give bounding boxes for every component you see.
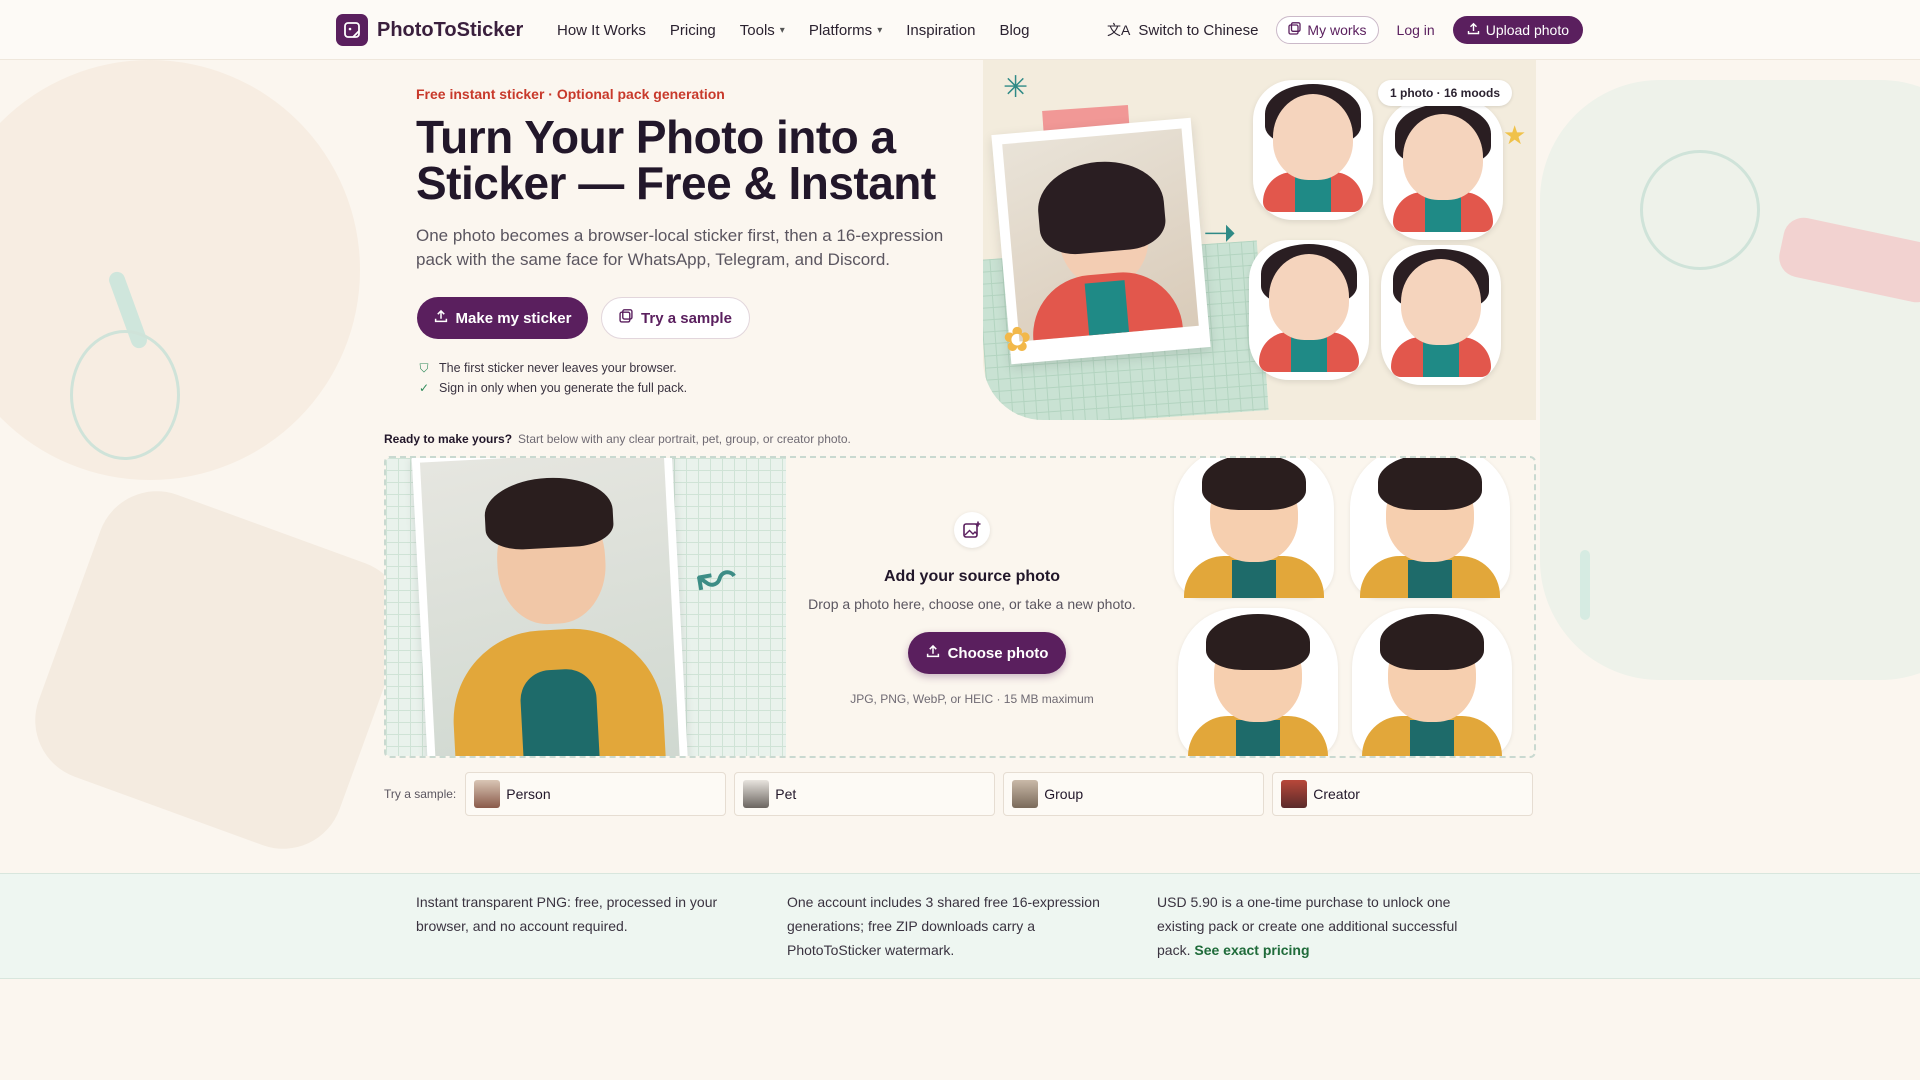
nav-platforms[interactable]: Platforms ▾ bbox=[809, 22, 882, 39]
sticker-previews bbox=[1249, 80, 1523, 400]
header-actions: 文A Switch to Chinese My works Log in Upl… bbox=[1107, 0, 1583, 60]
star-icon: ★ bbox=[1503, 120, 1527, 150]
chevron-down-icon: ▾ bbox=[877, 24, 883, 36]
sticker-preview bbox=[1352, 608, 1512, 756]
group-thumbnail bbox=[1012, 780, 1039, 808]
gallery-icon bbox=[1288, 22, 1302, 38]
moods-badge: 1 photo · 16 moods bbox=[1378, 80, 1513, 106]
gallery-icon bbox=[619, 309, 633, 327]
person-thumbnail bbox=[474, 780, 501, 808]
nav-blog[interactable]: Blog bbox=[999, 22, 1029, 39]
creator-thumbnail bbox=[1281, 780, 1308, 808]
dropzone-center: Add your source photo Drop a photo here,… bbox=[786, 458, 1158, 756]
translate-icon: 文A bbox=[1107, 22, 1131, 38]
sample-person-button[interactable]: Person bbox=[465, 772, 727, 816]
hero-eyebrow: Free instant sticker · Optional pack gen… bbox=[416, 86, 725, 102]
pet-thumbnail bbox=[743, 780, 770, 808]
see-exact-pricing-link[interactable]: See exact pricing bbox=[1194, 942, 1309, 958]
arrow-icon: ➝ bbox=[1203, 211, 1237, 255]
upload-photo-button[interactable]: Upload photo bbox=[1452, 16, 1583, 44]
hero-title: Turn Your Photo into a Sticker — Free & … bbox=[416, 111, 936, 209]
sample-picker: Try a sample: Person Pet Group Creator bbox=[384, 772, 1534, 816]
hero-bullets: ⛉ The first sticker never leaves your br… bbox=[417, 358, 687, 398]
samples-label: Try a sample: bbox=[384, 787, 457, 801]
try-sample-button[interactable]: Try a sample bbox=[601, 297, 750, 339]
sticker-preview bbox=[1174, 458, 1334, 598]
dropzone-left-art: ↜ bbox=[386, 458, 786, 756]
ready-label: Ready to make yours? Start below with any… bbox=[384, 432, 851, 446]
dropzone-title: Add your source photo bbox=[884, 568, 1060, 585]
sticker-preview bbox=[1350, 458, 1510, 598]
sticker-preview bbox=[1253, 80, 1373, 220]
sparkle-icon: ✳ bbox=[1003, 71, 1029, 104]
site-header: PhotoToSticker How It Works Pricing Tool… bbox=[0, 0, 1920, 60]
logo[interactable]: PhotoToSticker bbox=[336, 14, 523, 46]
bullet-item: ✓ Sign in only when you generate the ful… bbox=[418, 381, 688, 395]
logo-icon bbox=[336, 14, 368, 46]
switch-language-button[interactable]: 文A Switch to Chinese bbox=[1107, 20, 1258, 40]
dropzone-file-hint: JPG, PNG, WebP, or HEIC · 15 MB maximum bbox=[850, 692, 1094, 706]
dropzone-right-art bbox=[1154, 458, 1534, 756]
info-one-time-purchase: USD 5.90 is a one-time purchase to unloc… bbox=[1157, 894, 1458, 958]
pricing-info-strip: Instant transparent PNG: free, processed… bbox=[0, 873, 1920, 979]
upload-icon bbox=[1467, 22, 1480, 38]
sticker-preview bbox=[1249, 240, 1369, 380]
sticker-preview bbox=[1381, 245, 1501, 385]
main-nav: How It Works Pricing Tools ▾ Platforms ▾ I… bbox=[557, 0, 1029, 60]
sample-creator-button[interactable]: Creator bbox=[1272, 772, 1534, 816]
flower-icon: ✿ bbox=[1003, 321, 1032, 359]
hero-illustration: ➝ 1 photo · 16 moods ★ ✿ ✳ bbox=[983, 60, 1536, 420]
photo-dropzone[interactable]: ↜ Add your source photo Drop a photo her… bbox=[384, 456, 1536, 758]
shield-check-icon: ⛉ bbox=[419, 360, 429, 375]
brand-name: PhotoToSticker bbox=[377, 18, 524, 41]
dropzone-subtitle: Drop a photo here, choose one, or take a… bbox=[808, 596, 1136, 612]
nav-tools[interactable]: Tools ▾ bbox=[740, 22, 785, 39]
hero-description: One photo becomes a browser-local sticke… bbox=[416, 226, 944, 269]
choose-photo-button[interactable]: Choose photo bbox=[908, 632, 1066, 674]
make-my-sticker-button[interactable]: Make my sticker bbox=[417, 297, 588, 339]
add-image-icon bbox=[954, 512, 990, 548]
check-icon: ✓ bbox=[418, 381, 430, 395]
upload-icon bbox=[434, 309, 448, 327]
info-account-generations: One account includes 3 shared free 16-ex… bbox=[787, 894, 1100, 958]
nav-how-it-works[interactable]: How It Works bbox=[557, 22, 646, 39]
example-portrait bbox=[411, 458, 689, 756]
login-link[interactable]: Log in bbox=[1397, 22, 1435, 38]
info-free-png: Instant transparent PNG: free, processed… bbox=[416, 894, 718, 934]
my-works-button[interactable]: My works bbox=[1276, 16, 1379, 44]
upload-icon bbox=[926, 644, 940, 662]
nav-inspiration[interactable]: Inspiration bbox=[906, 22, 975, 39]
sticker-preview bbox=[1383, 100, 1503, 240]
nav-pricing[interactable]: Pricing bbox=[670, 22, 716, 39]
bullet-item: ⛉ The first sticker never leaves your br… bbox=[417, 358, 687, 378]
sticker-preview bbox=[1178, 608, 1338, 756]
sample-group-button[interactable]: Group bbox=[1003, 772, 1265, 816]
chevron-down-icon: ▾ bbox=[779, 24, 785, 36]
sample-pet-button[interactable]: Pet bbox=[734, 772, 996, 816]
